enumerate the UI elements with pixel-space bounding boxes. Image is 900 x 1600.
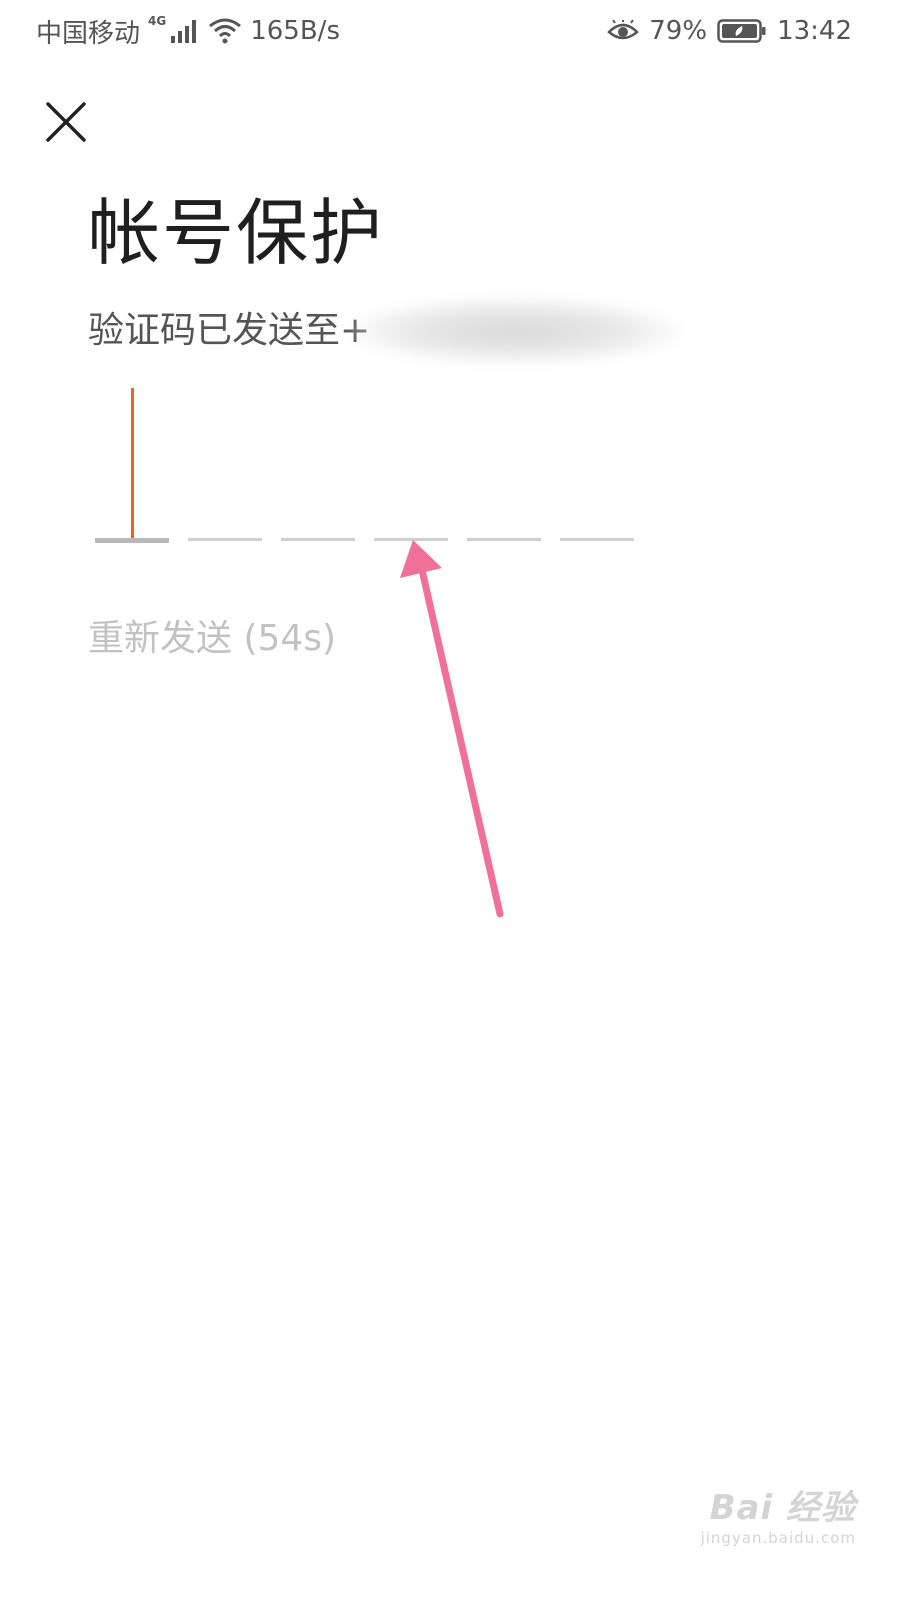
baidu-jingyan-watermark: Bai 经验 jingyan.baidu.com (666, 1472, 856, 1572)
code-slot-2[interactable] (188, 538, 262, 541)
verification-sent-text: 验证码已发送至+ (88, 310, 371, 351)
signal-icon (170, 18, 200, 44)
status-bar: 中国移动 4G 165B/s 79% 13:42 (0, 0, 900, 62)
battery-icon (717, 18, 767, 44)
code-slot-1[interactable] (95, 538, 169, 543)
clock: 13:42 (777, 16, 852, 46)
status-bar-left: 中国移动 4G 165B/s (36, 14, 340, 49)
watermark-logo: Bai 经验 (709, 1488, 856, 1528)
carrier-name: 中国移动 (36, 18, 141, 49)
resend-button[interactable]: 重新发送 (54s) (88, 614, 336, 664)
net-speed: 165B/s (250, 16, 340, 46)
network-type: 4G (148, 14, 167, 28)
page-title: 帐号保护 (88, 191, 385, 275)
close-button[interactable] (40, 96, 92, 148)
masked-phone-number (350, 298, 680, 364)
code-slot-4[interactable] (374, 538, 448, 541)
eye-comfort-icon (607, 20, 640, 42)
wifi-icon (208, 17, 242, 45)
close-icon (46, 102, 86, 142)
watermark-url: jingyan.baidu.com (700, 1529, 856, 1547)
code-slot-6[interactable] (560, 538, 634, 541)
code-slot-5[interactable] (467, 538, 541, 541)
status-bar-right: 79% 13:42 (607, 14, 852, 48)
verification-code-input[interactable] (95, 388, 655, 548)
battery-percent: 79% (649, 16, 708, 46)
text-cursor (131, 388, 134, 542)
code-slot-3[interactable] (281, 538, 355, 541)
